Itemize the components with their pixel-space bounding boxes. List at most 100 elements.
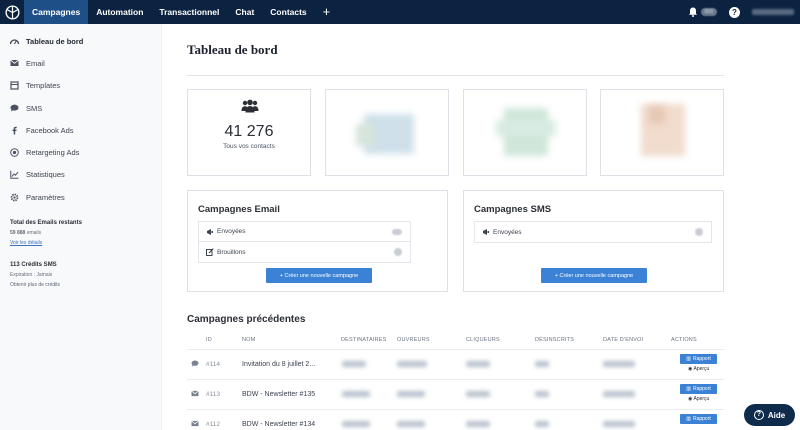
preview-button[interactable]: ◉ Aperçu bbox=[688, 366, 709, 372]
sidebar-item-facebook-ads[interactable]: Facebook Ads bbox=[0, 119, 161, 141]
email-drafts-count bbox=[394, 248, 402, 256]
app-logo-icon[interactable] bbox=[0, 0, 24, 24]
send-date-value bbox=[603, 391, 635, 397]
stat-card-blurred-3[interactable] bbox=[600, 89, 724, 176]
preview-label: Aperçu bbox=[693, 366, 710, 372]
clickers-value bbox=[466, 421, 490, 427]
email-drafts-row[interactable]: Brouillons bbox=[199, 242, 410, 262]
envelope-icon bbox=[10, 59, 19, 68]
users-icon bbox=[241, 99, 259, 113]
unsubscribed-value bbox=[535, 421, 549, 427]
report-label: Rapport bbox=[692, 356, 711, 362]
table-row[interactable]: #114 Invitation du 8 juillet 2... ▥ Rappo… bbox=[187, 349, 724, 379]
column-unsubscribed: DÉSINSCRITS bbox=[535, 337, 575, 343]
column-id: ID bbox=[206, 337, 212, 343]
nav-chat[interactable]: Chat bbox=[227, 0, 262, 24]
question-icon: ? bbox=[753, 410, 764, 420]
email-sent-row[interactable]: Envoyées bbox=[199, 222, 410, 242]
sidebar-item-label: Retargeting Ads bbox=[26, 148, 80, 158]
email-campaigns-list: Envoyées Brouillons bbox=[198, 221, 411, 263]
emails-remaining-panel: Total des Emails restants 59 888 emails … bbox=[0, 220, 161, 246]
recipients-value bbox=[342, 361, 366, 367]
stat-card-blurred-1[interactable] bbox=[325, 89, 449, 176]
campaign-name[interactable]: Invitation du 8 juillet 2... bbox=[242, 361, 315, 368]
campaign-name[interactable]: BDW - Newsletter #134 bbox=[242, 421, 315, 428]
user-menu[interactable] bbox=[752, 9, 794, 15]
report-icon: ▥ bbox=[686, 386, 691, 392]
previous-campaigns-table: ID NOM DESTINATAIRES OUVREURS CLIQUEURS … bbox=[187, 335, 724, 430]
report-label: Rapport bbox=[692, 386, 711, 392]
sidebar-item-templates[interactable]: Templates bbox=[0, 75, 161, 97]
email-campaigns-title: Campagnes Email bbox=[198, 204, 280, 215]
sidebar-item-email[interactable]: Email bbox=[0, 52, 161, 74]
unsubscribed-value bbox=[535, 361, 549, 367]
unsubscribed-value bbox=[535, 391, 549, 397]
nav-campagnes[interactable]: Campagnes bbox=[24, 0, 89, 24]
report-icon: ▥ bbox=[686, 416, 691, 422]
table-row[interactable]: #112 BDW - Newsletter #134 ▥ Rapport bbox=[187, 409, 724, 430]
megaphone-icon bbox=[206, 228, 214, 236]
page-title: Tableau de bord bbox=[187, 42, 278, 57]
recipients-value bbox=[342, 391, 370, 397]
create-sms-campaign-button[interactable]: + Créer une nouvelle campagne bbox=[541, 268, 647, 283]
sidebar-item-label: SMS bbox=[26, 103, 43, 113]
sidebar-item-sms[interactable]: SMS bbox=[0, 97, 161, 119]
help-icon[interactable]: ? bbox=[729, 6, 740, 18]
report-button[interactable]: ▥ Rapport bbox=[680, 384, 717, 394]
report-button[interactable]: ▥ Rapport bbox=[680, 354, 717, 364]
table-header: ID NOM DESTINATAIRES OUVREURS CLIQUEURS … bbox=[187, 335, 724, 349]
notification-count-badge: 000 bbox=[700, 8, 717, 16]
report-icon: ▥ bbox=[686, 356, 691, 362]
sidebar-item-statistiques[interactable]: Statistiques bbox=[0, 164, 161, 186]
add-tab-icon[interactable]: + bbox=[315, 0, 339, 24]
campaign-name[interactable]: BDW - Newsletter #135 bbox=[242, 391, 315, 398]
recipients-value bbox=[342, 421, 370, 427]
edit-icon bbox=[206, 248, 214, 256]
envelope-icon bbox=[191, 420, 199, 427]
preview-button[interactable]: ◉ Aperçu bbox=[688, 396, 709, 402]
title-divider bbox=[187, 75, 724, 76]
megaphone-icon bbox=[482, 228, 490, 236]
sms-expiration: Expiration : Jamais bbox=[10, 272, 53, 279]
email-drafts-label: Brouillons bbox=[217, 248, 246, 256]
nav-automation[interactable]: Automation bbox=[88, 0, 151, 24]
sms-icon bbox=[10, 104, 19, 113]
get-more-credits-link[interactable]: Obtenir plus de crédits bbox=[10, 282, 161, 288]
campaign-id: #112 bbox=[206, 421, 220, 428]
nav-transactionnel[interactable]: Transactionnel bbox=[151, 0, 227, 24]
table-row[interactable]: #113 BDW - Newsletter #135 ▥ Rapport ◉ Ap… bbox=[187, 379, 724, 409]
view-details-link[interactable]: Voir les détails bbox=[10, 240, 161, 246]
sidebar-item-tableau-de-bord[interactable]: Tableau de bord bbox=[0, 30, 161, 52]
sidebar-item-retargeting-ads[interactable]: Retargeting Ads bbox=[0, 141, 161, 163]
help-chat-label: Aide bbox=[767, 410, 786, 420]
sidebar-item-label: Tableau de bord bbox=[26, 36, 84, 46]
sms-sent-label: Envoyées bbox=[493, 228, 522, 236]
sidebar-item-label: Templates bbox=[26, 81, 61, 91]
clickers-value bbox=[466, 391, 490, 397]
email-sent-count bbox=[392, 229, 402, 235]
envelope-icon bbox=[191, 390, 199, 397]
report-button[interactable]: ▥ Rapport bbox=[680, 414, 717, 424]
sms-credits-panel: 113 Crédits SMS Expiration : Jamais Obte… bbox=[0, 262, 161, 288]
stat-card-blurred-2[interactable] bbox=[463, 89, 587, 176]
sms-sent-row[interactable]: Envoyées bbox=[475, 222, 711, 242]
stats-row: 41 276 Tous vos contacts bbox=[187, 89, 724, 176]
contacts-label: Tous vos contacts bbox=[223, 143, 275, 150]
sms-sent-count bbox=[695, 228, 703, 236]
help-chat-button[interactable]: ? Aide bbox=[744, 404, 795, 426]
dashboard-icon bbox=[10, 37, 19, 46]
create-email-campaign-button[interactable]: + Créer une nouvelle campagne bbox=[266, 268, 372, 283]
sidebar-item-parametres[interactable]: Paramètres bbox=[0, 186, 161, 208]
openers-value bbox=[397, 421, 425, 427]
bell-icon[interactable] bbox=[687, 6, 699, 18]
emails-remaining-value: 59 888 emails bbox=[10, 230, 42, 237]
column-name: NOM bbox=[242, 337, 256, 343]
column-openers: OUVREURS bbox=[397, 337, 430, 343]
column-send-date: DATE D'ENVOI bbox=[603, 337, 644, 343]
contacts-stat-card[interactable]: 41 276 Tous vos contacts bbox=[187, 89, 311, 176]
blurred-stat-content bbox=[356, 124, 376, 146]
nav-contacts[interactable]: Contacts bbox=[262, 0, 314, 24]
email-campaigns-card: Campagnes Email Envoyées Brouillons + Cr… bbox=[187, 190, 448, 292]
column-actions: ACTIONS bbox=[671, 337, 697, 343]
preview-label: Aperçu bbox=[693, 396, 710, 402]
